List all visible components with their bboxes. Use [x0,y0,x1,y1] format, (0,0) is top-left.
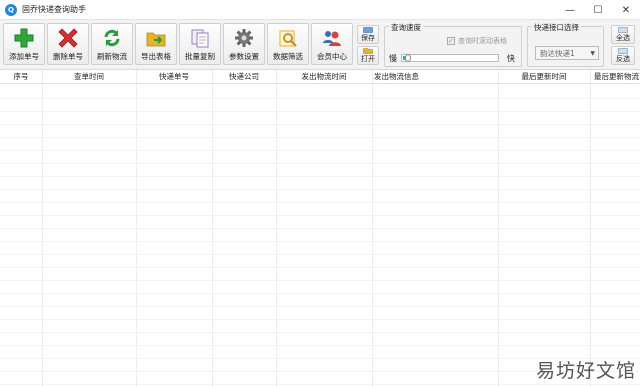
row-divider [0,150,640,151]
column-header-dispatch-info[interactable]: 发出物流信息 [372,70,498,84]
courier-api-group: 快递接口选择 韵达快递1 ▼ [527,22,604,67]
row-divider [0,280,640,281]
row-divider [0,254,640,255]
row-divider [0,202,640,203]
query-speed-group: 查询速度 ✓ 查询时滚动表格 慢 快 [384,22,522,67]
table-header: 序号 查单时间 快递单号 快递公司 发出物流时间 发出物流信息 最后更新时间 最… [0,70,640,84]
delete-number-button[interactable]: 删除单号 [47,23,89,65]
column-header-tracking-number[interactable]: 快递单号 [136,70,212,84]
slider-thumb[interactable] [405,54,411,62]
chevron-down-icon: ▼ [590,50,595,57]
export-table-button[interactable]: 导出表格 [135,23,177,65]
courier-api-select[interactable]: 韵达快递1 ▼ [535,46,599,60]
row-divider [0,137,640,138]
member-center-button[interactable]: 会员中心 [311,23,353,65]
add-number-button[interactable]: 添加单号 [3,23,45,65]
row-divider [0,267,640,268]
column-header-index[interactable]: 序号 [0,70,42,84]
column-header-query-time[interactable]: 查单时间 [42,70,136,84]
slow-label: 慢 [389,54,397,63]
row-divider [0,384,640,385]
row-divider [0,189,640,190]
tracking-table: 序号 查单时间 快递单号 快递公司 发出物流时间 发出物流信息 最后更新时间 最… [0,70,640,387]
batch-copy-button[interactable]: 批量复制 [179,23,221,65]
minimize-button[interactable]: — [556,0,584,20]
courier-api-title: 快递接口选择 [532,22,581,33]
row-divider [0,319,640,320]
save-button[interactable]: 保存 [357,25,379,44]
column-header-courier-company[interactable]: 快递公司 [212,70,276,84]
column-header-dispatch-time[interactable]: 发出物流时间 [276,70,372,84]
window-title: 固乔快递查询助手 [22,5,86,14]
export-folder-icon [145,27,167,49]
refresh-logistics-button[interactable]: 刷新物流 [91,23,133,65]
data-filter-button[interactable]: 数据筛选 [267,23,309,65]
scroll-table-checkbox[interactable]: ✓ 查询时滚动表格 [447,36,507,46]
gear-icon [233,27,255,49]
select-all-button[interactable]: 全选 [611,25,635,44]
window-controls: — ☐ ✕ [556,0,640,20]
close-button[interactable]: ✕ [612,0,640,20]
row-divider [0,332,640,333]
refresh-icon [101,27,123,49]
watermark: 易坊好文馆 [536,356,636,383]
column-header-last-update-logistics[interactable]: 最后更新物流 [590,70,640,84]
app-logo-icon: Q [5,3,17,16]
title-bar: Q 固乔快递查询助手 — ☐ ✕ [0,0,640,20]
row-divider [0,306,640,307]
row-divider [0,176,640,177]
row-divider [0,293,640,294]
column-header-last-update-time[interactable]: 最后更新时间 [498,70,590,84]
row-divider [0,241,640,242]
row-divider [0,98,640,99]
copy-icon [189,27,211,49]
fast-label: 快 [507,54,515,63]
query-speed-slider[interactable] [401,54,499,62]
row-divider [0,215,640,216]
row-divider [0,111,640,112]
query-speed-title: 查询速度 [389,22,423,33]
x-icon [57,27,79,49]
maximize-button[interactable]: ☐ [584,0,612,20]
parameter-settings-button[interactable]: 参数设置 [223,23,265,65]
search-filter-icon [277,27,299,49]
toolbar: 添加单号 删除单号 刷新物流 导出表格 批量复制 参数设置 数据筛选 会员中心 … [0,20,640,70]
invert-selection-button[interactable]: 反选 [611,46,635,65]
row-divider [0,124,640,125]
row-divider [0,228,640,229]
open-button[interactable]: 打开 [357,46,379,65]
checkbox-check-icon: ✓ [447,37,455,45]
row-divider [0,345,640,346]
plus-icon [13,27,35,49]
watermark-text: 易坊好文馆 [535,360,636,382]
members-icon [321,27,343,49]
row-divider [0,163,640,164]
